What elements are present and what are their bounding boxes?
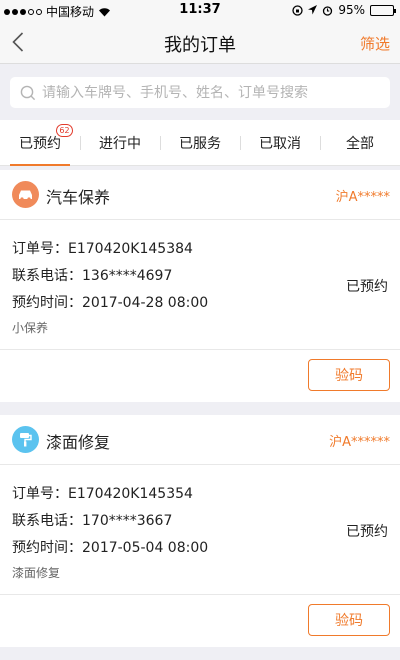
license-plate: 沪A****** [329,435,390,450]
search-icon [20,85,36,100]
tab-reserved[interactable]: 已预约 62 [0,120,80,166]
order-card[interactable]: 汽车保养 沪A***** 订单号：E170420K145384 联系电话：136… [0,170,400,402]
order-status: 已预约 [346,524,388,540]
order-card-header: 汽车保养 沪A***** [0,170,400,220]
tab-label: 已服务 [179,135,221,152]
status-bar: 中国移动 11:37 95% [0,0,400,20]
tab-label: 已预约 [19,135,61,152]
order-number: 订单号：E170420K145384 [12,241,193,257]
service-tag: 小保养 [12,321,49,335]
chevron-left-icon [12,32,24,52]
order-card[interactable]: 漆面修复 沪A****** 订单号：E170420K145354 联系电话：17… [0,415,400,647]
service-name: 漆面修复 [46,433,111,452]
order-card-footer: 验码 [0,595,400,647]
contact-phone: 联系电话：170****3667 [12,513,173,529]
paint-repair-icon [12,426,39,453]
location-icon [308,5,318,15]
license-plate: 沪A***** [335,190,390,205]
count-badge: 62 [56,124,73,137]
order-card-header: 漆面修复 沪A****** [0,415,400,465]
order-status: 已预约 [346,279,388,295]
battery-icon [370,4,396,16]
appointment-time: 预约时间：2017-04-28 08:00 [12,295,209,311]
tab-label: 已取消 [259,135,301,152]
car-maintenance-icon [12,181,39,208]
filter-button[interactable]: 筛选 [360,33,390,54]
navigation-bar: 我的订单 筛选 [0,20,400,64]
service-name: 汽车保养 [46,188,111,207]
order-details: 订单号：E170420K145354 联系电话：170****3667 预约时间… [0,465,400,595]
order-card-footer: 验码 [0,350,400,402]
tab-serviced[interactable]: 已服务 [160,120,240,165]
order-status-tabs: 已预约 62 进行中 已服务 已取消 全部 [0,120,400,166]
tab-label: 进行中 [99,135,141,152]
search-input[interactable] [42,84,382,101]
alarm-icon [323,5,333,16]
battery-percent: 95% [338,3,365,17]
search-box[interactable] [10,77,390,108]
service-tag: 漆面修复 [12,566,61,580]
verify-code-button[interactable]: 验码 [308,359,390,391]
order-details: 订单号：E170420K145384 联系电话：136****4697 预约时间… [0,220,400,350]
search-bar [0,65,400,120]
contact-phone: 联系电话：136****4697 [12,268,173,284]
order-number: 订单号：E170420K145354 [12,486,193,502]
appointment-time: 预约时间：2017-05-04 08:00 [12,540,209,556]
tab-in-progress[interactable]: 进行中 [80,120,160,165]
tab-all[interactable]: 全部 [320,120,400,165]
orientation-lock-icon [292,4,303,16]
verify-code-button[interactable]: 验码 [308,604,390,636]
page-title: 我的订单 [164,35,236,56]
tab-cancelled[interactable]: 已取消 [240,120,320,165]
back-button[interactable] [8,30,28,54]
tab-label: 全部 [346,135,374,152]
status-right: 95% [292,3,396,17]
